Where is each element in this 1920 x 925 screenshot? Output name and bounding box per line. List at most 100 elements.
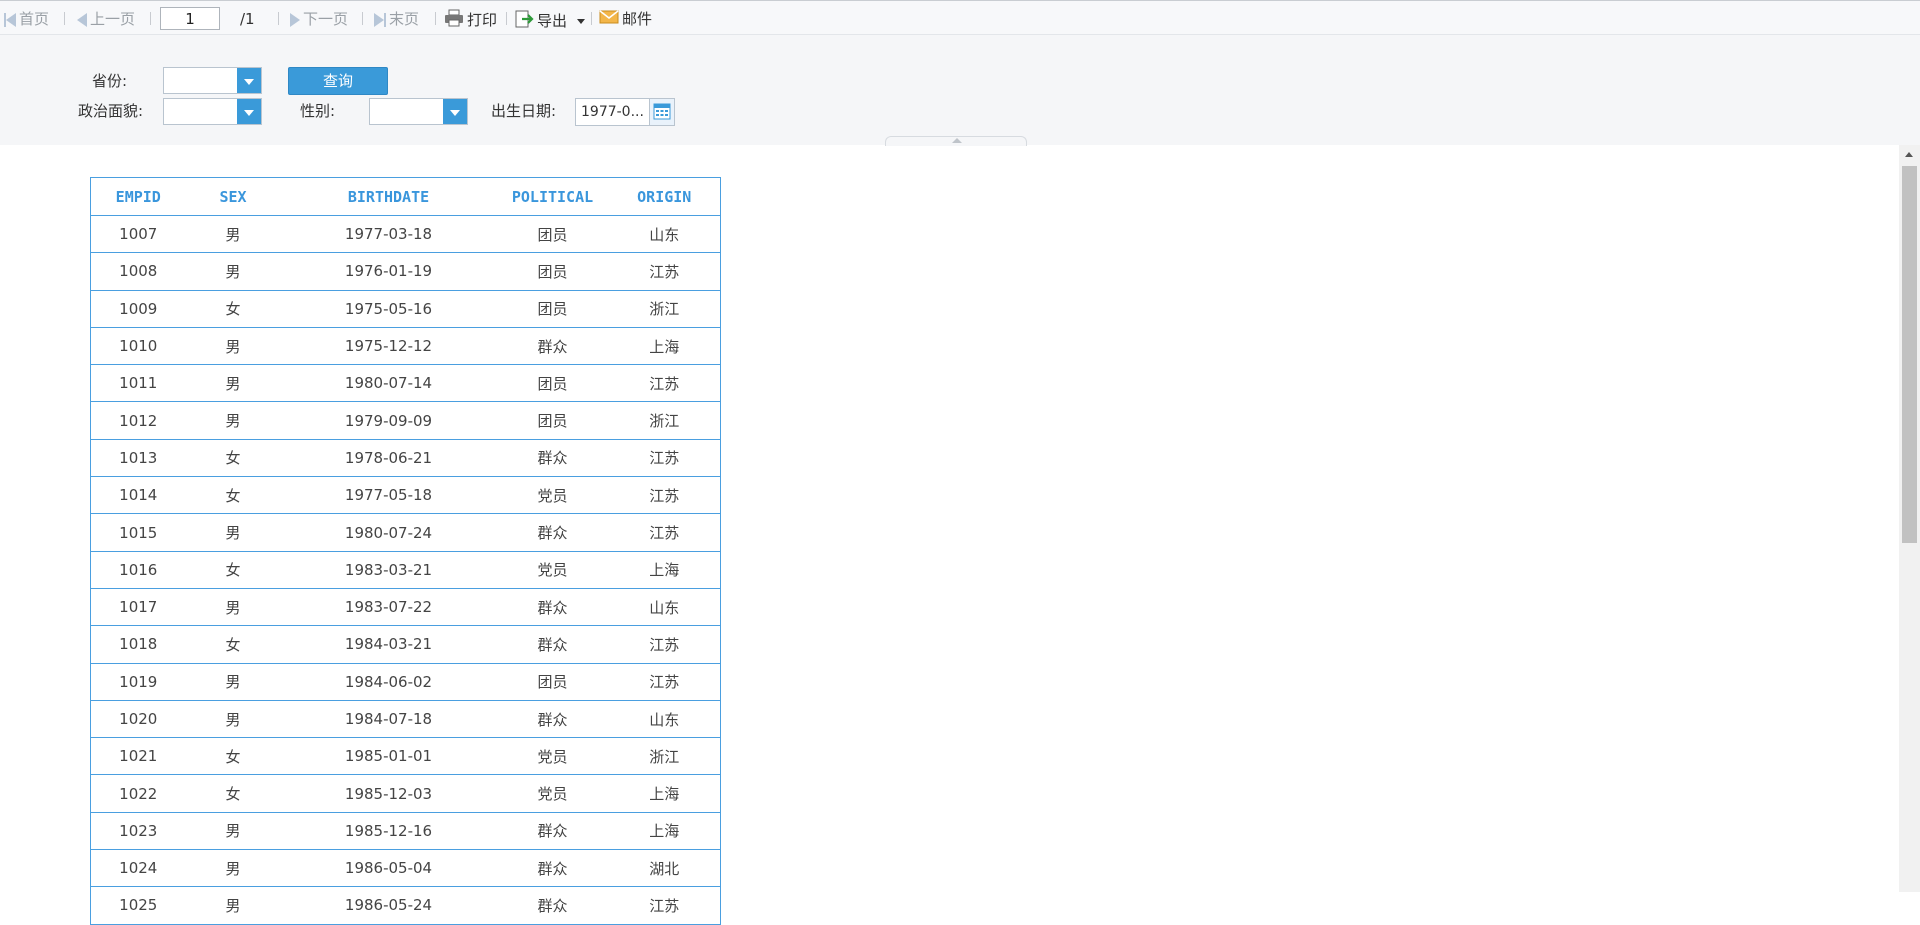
vertical-scrollbar[interactable]: [1899, 145, 1920, 892]
report-toolbar: 首页 上一页 /1 下一页 末页 打印 导出 邮件: [0, 0, 1920, 35]
table-cell: 团员: [496, 364, 609, 403]
table-cell: 1011: [90, 364, 186, 403]
page-number-input[interactable]: [160, 7, 220, 30]
table-cell: 男: [185, 849, 281, 888]
last-page-button[interactable]: 末页: [374, 9, 419, 29]
mail-label: 邮件: [622, 10, 653, 28]
next-page-label: 下一页: [303, 10, 349, 28]
table-cell: 党员: [496, 737, 609, 776]
table-cell: 群众: [496, 513, 609, 552]
table-row: 1025 男 1986-05-24 群众 江苏: [90, 886, 721, 925]
table-cell: 1020: [90, 699, 186, 739]
mail-icon: [599, 9, 619, 30]
table-row: 1023 男 1985-12-16 群众 上海: [90, 811, 721, 851]
table-cell: 1984-07-18: [280, 699, 497, 739]
table-cell: 江苏: [608, 625, 721, 664]
report-content: EMPID SEX BIRTHDATE POLITICAL ORIGIN 1007 男 19…: [90, 177, 721, 925]
table-row: 1009 女 1975-05-16 团员 浙江: [90, 289, 721, 328]
table-body: 1007 男 1977-03-18 团员 山东 1008 男 1976-01-19 团员 江苏 10…: [90, 214, 721, 925]
print-label: 打印: [467, 11, 498, 29]
table-cell: 男: [185, 513, 281, 552]
table-cell: 1977-05-18: [280, 476, 497, 515]
column-header: POLITICAL: [496, 177, 609, 216]
table-cell: 上海: [608, 774, 721, 813]
table-cell: 1975-12-12: [280, 326, 497, 366]
table-cell: 女: [185, 289, 281, 328]
province-select[interactable]: [163, 67, 262, 94]
table-cell: 山东: [608, 214, 721, 254]
table-cell: 1985-01-01: [280, 737, 497, 776]
table-cell: 1012: [90, 401, 186, 440]
table-cell: 1985-12-03: [280, 774, 497, 813]
export-button[interactable]: 导出: [514, 9, 585, 30]
table-cell: 江苏: [608, 476, 721, 515]
print-button[interactable]: 打印: [444, 9, 497, 29]
mail-button[interactable]: 邮件: [599, 9, 652, 29]
table-row: 1016 女 1983-03-21 党员 上海: [90, 550, 721, 589]
table-cell: 1009: [90, 289, 186, 328]
export-label: 导出: [537, 12, 568, 30]
table-cell: 1010: [90, 326, 186, 366]
political-label: 政治面貌:: [78, 102, 144, 120]
table-cell: 江苏: [608, 662, 721, 701]
table-cell: 团员: [496, 289, 609, 328]
table-row: 1012 男 1979-09-09 团员 浙江: [90, 401, 721, 440]
table-cell: 浙江: [608, 289, 721, 328]
table-cell: 江苏: [608, 886, 721, 925]
next-page-button[interactable]: 下一页: [290, 9, 348, 29]
table-cell: 1022: [90, 774, 186, 813]
table-cell: 团员: [496, 252, 609, 291]
table-row: 1018 女 1984-03-21 群众 江苏: [90, 625, 721, 664]
political-select[interactable]: [163, 98, 262, 125]
table-cell: 江苏: [608, 252, 721, 291]
birthdate-field[interactable]: 1977-0...: [575, 98, 675, 126]
table-row: 1021 女 1985-01-01 党员 浙江: [90, 737, 721, 776]
table-row: 1022 女 1985-12-03 党员 上海: [90, 774, 721, 813]
table-cell: 男: [185, 326, 281, 366]
table-cell: 上海: [608, 550, 721, 589]
dropdown-arrow-icon[interactable]: [237, 99, 261, 124]
table-cell: 群众: [496, 811, 609, 851]
scrollbar-thumb[interactable]: [1902, 166, 1917, 543]
table-cell: 1983-03-21: [280, 550, 497, 589]
table-cell: 党员: [496, 550, 609, 589]
table-row: 1015 男 1980-07-24 群众 江苏: [90, 513, 721, 552]
table-cell: 群众: [496, 587, 609, 627]
table-cell: 男: [185, 214, 281, 254]
table-cell: 1983-07-22: [280, 587, 497, 627]
dropdown-arrow-icon[interactable]: [443, 99, 467, 124]
query-button[interactable]: 查询: [288, 67, 388, 95]
panel-collapse-toggle[interactable]: [885, 136, 1027, 146]
prev-page-button[interactable]: 上一页: [77, 9, 135, 29]
table-cell: 湖北: [608, 849, 721, 888]
table-cell: 女: [185, 550, 281, 589]
table-row: 1008 男 1976-01-19 团员 江苏: [90, 252, 721, 291]
province-label: 省份:: [92, 72, 128, 90]
table-cell: 江苏: [608, 438, 721, 478]
calendar-icon[interactable]: [649, 99, 674, 125]
table-cell: 江苏: [608, 513, 721, 552]
table-cell: 党员: [496, 774, 609, 813]
toolbar-divider: [591, 12, 592, 25]
table-cell: 1978-06-21: [280, 438, 497, 478]
table-cell: 女: [185, 438, 281, 478]
table-cell: 1976-01-19: [280, 252, 497, 291]
dropdown-arrow-icon[interactable]: [237, 68, 261, 93]
birthdate-label: 出生日期:: [491, 102, 557, 120]
table-cell: 女: [185, 625, 281, 664]
first-page-button[interactable]: 首页: [4, 9, 49, 29]
table-cell: 山东: [608, 587, 721, 627]
table-cell: 男: [185, 662, 281, 701]
table-cell: 女: [185, 774, 281, 813]
table-cell: 群众: [496, 886, 609, 925]
table-cell: 山东: [608, 699, 721, 739]
table-cell: 男: [185, 587, 281, 627]
toolbar-divider: [435, 12, 436, 25]
table-row: 1014 女 1977-05-18 党员 江苏: [90, 476, 721, 515]
sex-select[interactable]: [369, 98, 468, 125]
table-cell: 1984-06-02: [280, 662, 497, 701]
column-header: BIRTHDATE: [280, 177, 497, 216]
scroll-up-arrow-icon[interactable]: [1905, 152, 1913, 157]
table-row: 1024 男 1986-05-04 群众 湖北: [90, 849, 721, 888]
last-page-icon: [374, 10, 386, 30]
